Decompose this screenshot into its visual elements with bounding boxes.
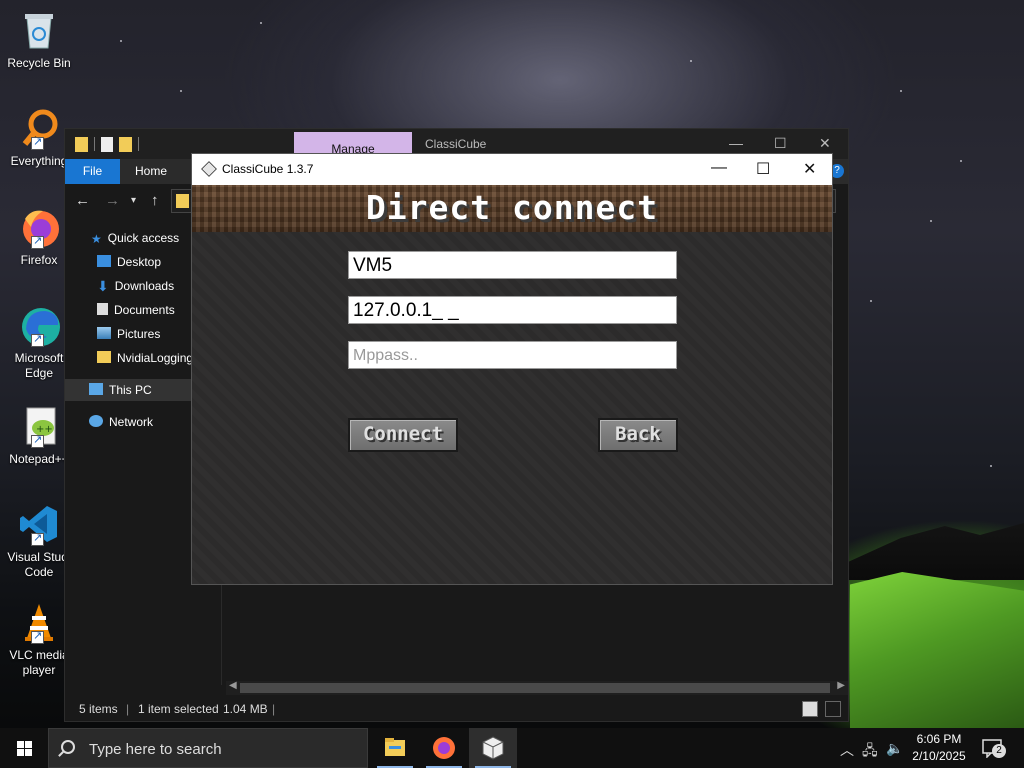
desktop-icon-recycle-bin[interactable]: Recycle Bin [0,8,78,71]
mppass-input[interactable]: Mppass.. [348,341,677,369]
classicube-window[interactable]: ClassiCube 1.3.7 — ☐ ✕ Direct connect VM… [191,153,833,585]
properties-icon[interactable] [101,137,113,152]
back-arrow-icon[interactable]: ← [75,192,90,209]
notepadpp-icon: ++ [17,404,61,448]
firefox-icon [433,737,455,759]
notification-count-badge: 2 [992,744,1006,758]
classicube-window-title: ClassiCube 1.3.7 [222,162,314,176]
vlc-icon [17,600,61,644]
clock-time: 6:06 PM [916,732,962,746]
details-view-icon[interactable] [802,701,818,717]
connect-button[interactable]: Connect [348,418,458,452]
shortcut-arrow-icon [31,531,44,546]
screen-heading: Direct connect [365,188,659,227]
nav-item-label: Downloads [114,279,175,293]
edge-icon [17,303,61,347]
green-tent [850,572,1024,728]
selection-size: 1.04 MB [223,702,268,716]
recent-locations-chevron-icon[interactable]: ▾ [131,195,136,206]
close-icon[interactable]: ✕ [803,159,816,179]
explorer-window-title: ClassiCube [425,137,487,151]
explorer-status-bar: 5 items | 1 item selected 1.04 MB | [65,697,848,721]
username-input[interactable]: VM5 [348,251,677,279]
minimize-icon[interactable]: — [711,159,727,177]
selection-count: 1 item selected [138,702,219,716]
shortcut-arrow-icon [31,629,44,644]
minimize-icon[interactable]: — [729,135,743,151]
taskbar: Type here to search ︿ 🖧 🔈 6:06 PM 2/10/2… [0,728,1024,768]
nav-item-label: Desktop [117,255,162,269]
nav-item-label: NvidiaLogging [117,351,194,365]
documents-icon [97,303,108,315]
desktop-icon-label: Recycle Bin [7,56,71,70]
shortcut-arrow-icon [31,135,44,150]
classicube-logo-icon [201,161,217,177]
item-count: 5 items [79,702,118,716]
close-icon[interactable]: ✕ [819,135,831,152]
start-button[interactable] [0,728,48,768]
taskbar-classicube[interactable] [469,728,517,768]
network-status-icon[interactable]: 🖧 [862,740,878,764]
taskbar-firefox[interactable] [420,728,468,768]
firefox-icon [17,205,61,249]
network-icon [89,415,103,427]
show-hidden-icons-chevron-icon[interactable]: ︿ [840,740,854,760]
classicube-titlebar[interactable]: ClassiCube 1.3.7 — ☐ ✕ [192,154,832,185]
horizontal-scrollbar[interactable]: ◀ ▶ [226,680,848,695]
maximize-icon[interactable]: ☐ [756,159,770,179]
up-arrow-icon[interactable]: ↑ [151,192,159,209]
classicube-icon [482,736,504,760]
pc-icon [89,383,103,395]
forward-arrow-icon[interactable]: → [105,192,120,209]
search-icon [61,740,75,754]
search-placeholder: Type here to search [89,741,222,758]
folder-icon [176,194,189,208]
back-button[interactable]: Back [598,418,678,452]
shortcut-arrow-icon [31,433,44,448]
scroll-left-icon[interactable]: ◀ [229,680,237,691]
nav-item-label: Network [109,415,154,429]
file-explorer-icon [385,738,405,756]
star-icon: ★ [91,232,102,246]
volume-muted-icon[interactable]: 🔈 [886,740,903,757]
downloads-icon: ⬇ [97,278,109,294]
server-address-input[interactable]: 127.0.0.1_ _ [348,296,677,324]
folder-icon [97,351,111,363]
tab-home[interactable]: Home [135,159,167,184]
nav-item-label: Quick access [107,231,180,245]
nav-item-label: Documents [114,303,175,317]
folder-icon [75,137,88,152]
tab-file[interactable]: File [65,159,120,184]
notification-center-icon[interactable]: 2 [982,738,1006,759]
system-clock[interactable]: 6:06 PM 2/10/2025 [906,731,972,765]
everything-icon [17,106,61,150]
desktop-folder-icon [97,255,111,267]
scrollbar-thumb[interactable] [240,683,830,693]
new-folder-icon[interactable] [119,137,132,152]
taskbar-search-box[interactable]: Type here to search [48,728,368,768]
nav-item-label: Pictures [117,327,161,341]
shortcut-arrow-icon [31,234,44,249]
windows-logo-icon [17,741,24,748]
vscode-icon [17,502,61,546]
direct-connect-screen: Direct connect VM5 127.0.0.1_ _ Mppass..… [192,185,832,584]
taskbar-file-explorer[interactable] [371,728,419,768]
nav-item-label: This PC [109,383,152,397]
scroll-right-icon[interactable]: ▶ [837,680,845,691]
shortcut-arrow-icon [31,332,44,347]
pictures-icon [97,327,111,339]
clock-date: 2/10/2025 [912,749,966,763]
maximize-icon[interactable]: ☐ [774,135,787,152]
recycle-bin-icon [17,8,61,52]
quick-access-toolbar [75,137,139,152]
large-icons-view-icon[interactable] [825,701,841,717]
mountain-silhouette [848,523,1024,580]
